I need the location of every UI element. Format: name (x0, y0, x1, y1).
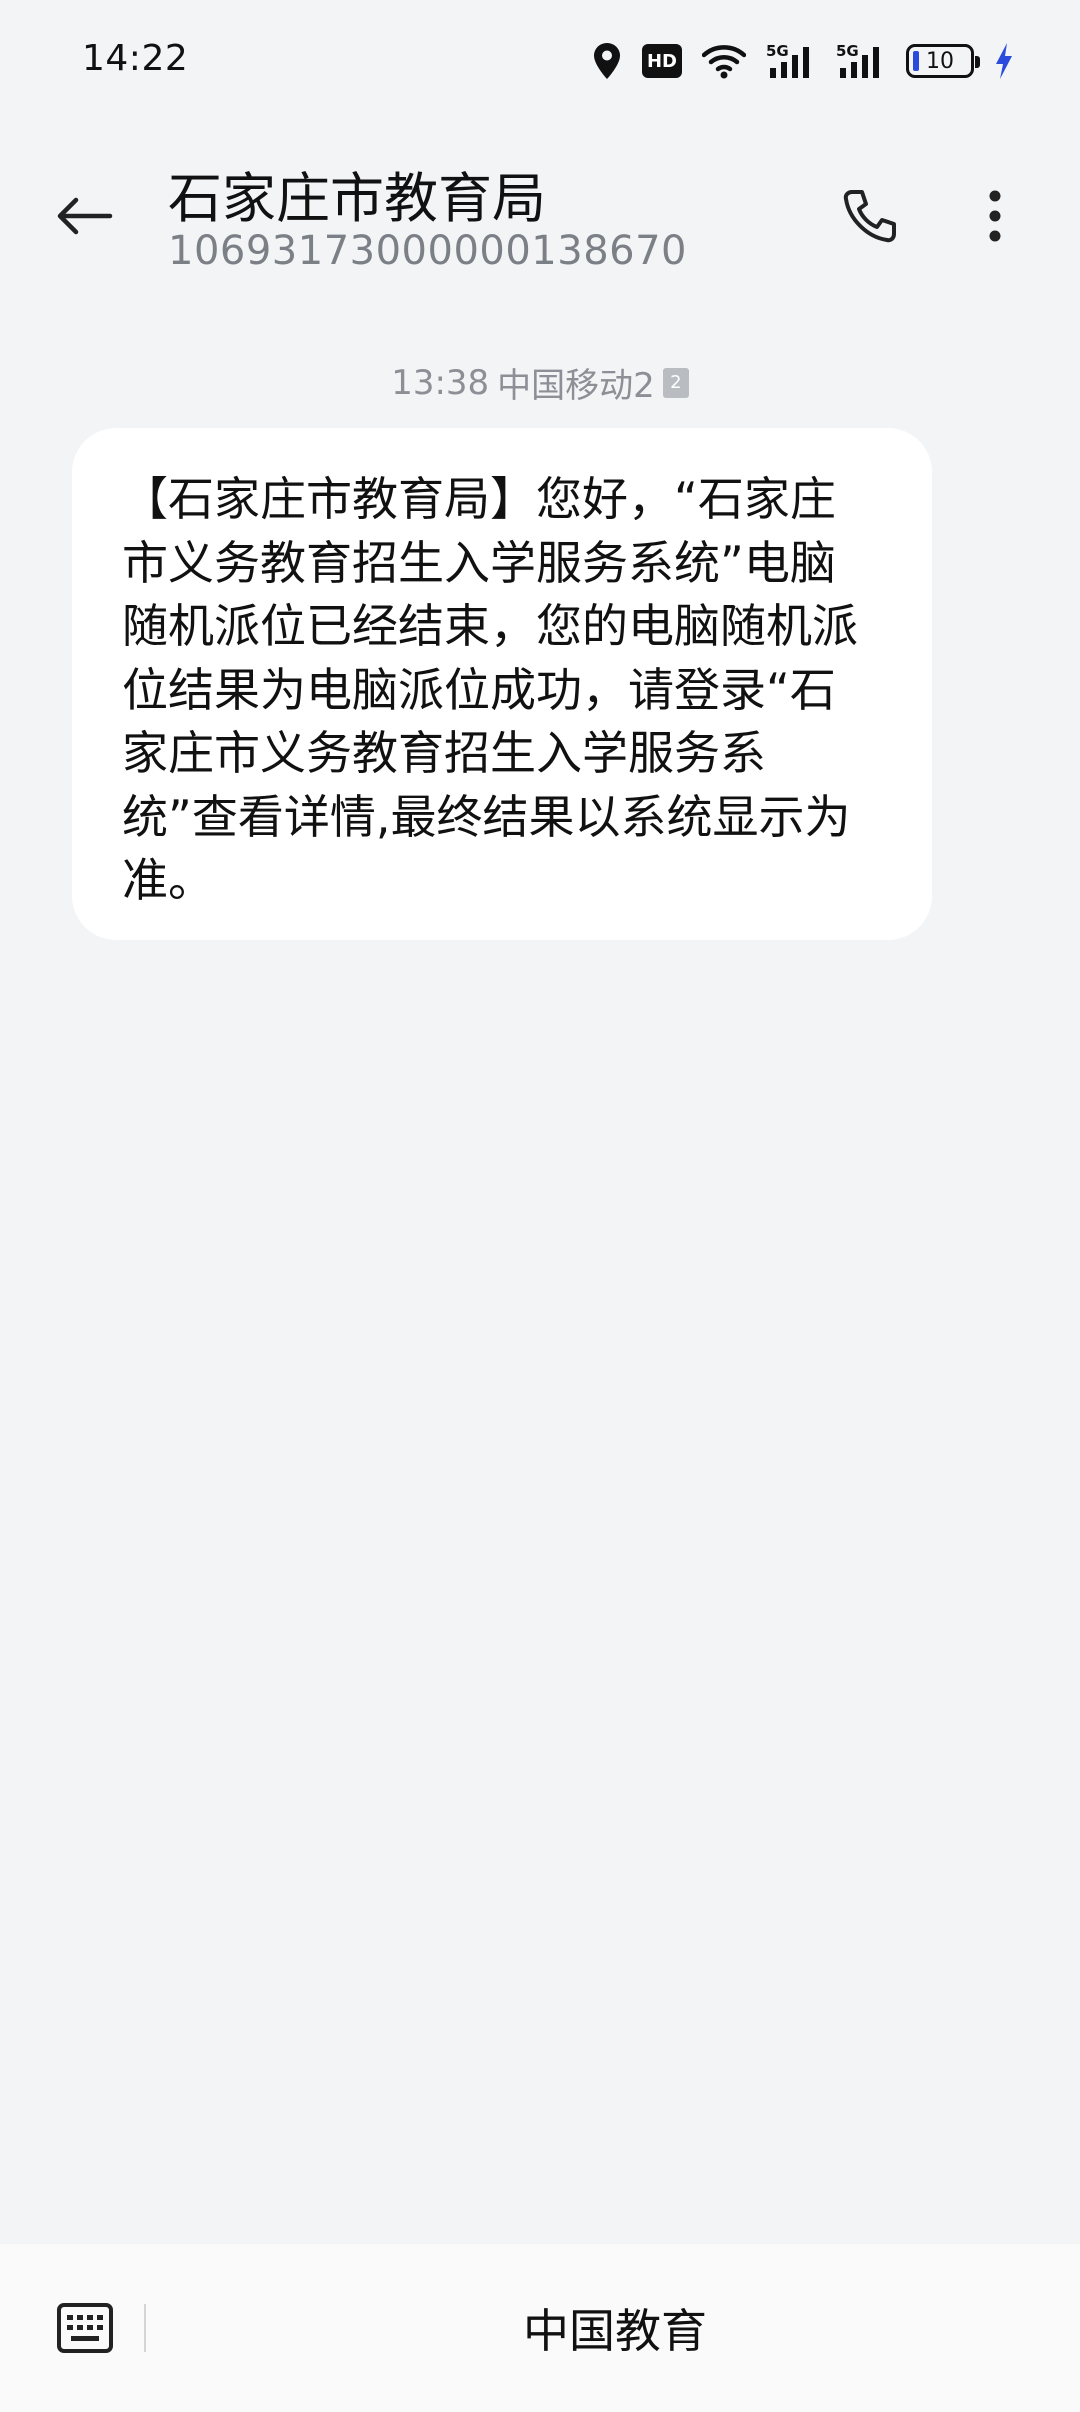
sim-card-icon: 2 (662, 367, 689, 398)
contact-number: 10693173000000138670 (168, 228, 687, 274)
message-meta: 13:38 中国移动2 2 (0, 358, 1080, 407)
sms-conversation-screen: 14:22 HD 5G 5G 10 石家庄市教育局 10693173000000… (0, 0, 1080, 2412)
battery-level: 10 (926, 48, 954, 74)
menu-item-china-education[interactable]: 中国教育 (450, 2298, 780, 2358)
battery-icon: 10 (906, 44, 980, 78)
bottom-divider (144, 2304, 146, 2352)
more-vertical-icon (989, 190, 1001, 242)
more-options-button[interactable] (960, 178, 1030, 254)
status-bar: 14:22 HD 5G 5G 10 (0, 0, 1080, 120)
message-carrier: 中国移动2 (497, 366, 655, 406)
charging-icon (994, 42, 1014, 80)
signal-5g-2-icon: 5G (836, 42, 886, 80)
contact-name: 石家庄市教育局 (168, 167, 546, 230)
location-icon (592, 42, 622, 80)
conversation-header: 石家庄市教育局 10693173000000138670 (0, 140, 1080, 290)
wifi-icon (702, 43, 746, 79)
battery-fill (913, 51, 919, 71)
call-button[interactable] (832, 178, 908, 254)
message-body: 【石家庄市教育局】您好，“石家庄市义务教育招生入学服务系统”电脑随机派位已经结束… (122, 472, 858, 907)
keyboard-toggle-button[interactable] (50, 2298, 120, 2358)
keyboard-icon (57, 2303, 113, 2353)
hd-icon: HD (642, 44, 682, 78)
bottom-menu-bar: 中国教育 (0, 2244, 1080, 2412)
back-arrow-icon (57, 197, 113, 235)
message-bubble[interactable]: 【石家庄市教育局】您好，“石家庄市义务教育招生入学服务系统”电脑随机派位已经结束… (72, 428, 932, 940)
svg-text:5G: 5G (836, 42, 859, 60)
status-icons: HD 5G 5G 10 (592, 36, 1014, 86)
message-time: 13:38 (391, 362, 490, 403)
signal-5g-1-icon: 5G (766, 42, 816, 80)
back-button[interactable] (48, 180, 120, 252)
status-time: 14:22 (82, 38, 189, 79)
phone-icon (843, 190, 896, 243)
svg-text:5G: 5G (766, 42, 789, 60)
